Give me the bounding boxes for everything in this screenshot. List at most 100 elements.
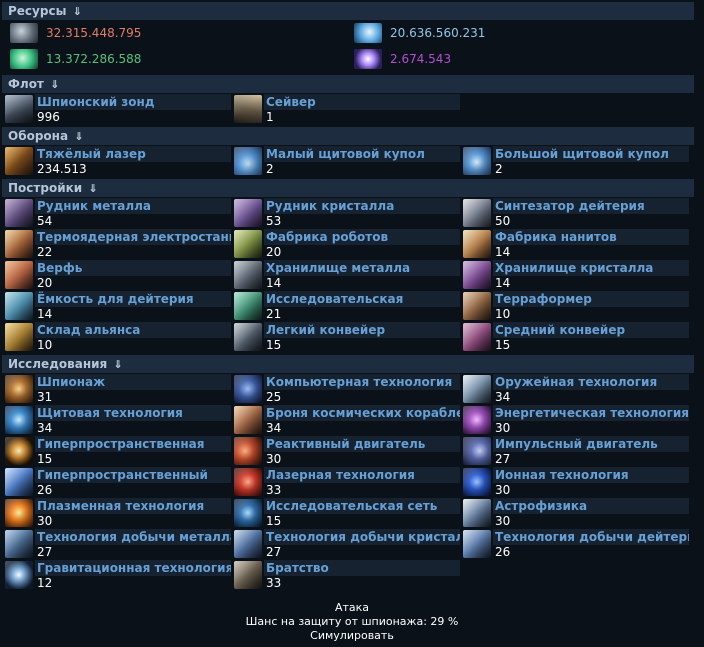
item-name: Склад альянса: [35, 322, 231, 338]
research-item-astrophysics[interactable]: Астрофизика 30: [463, 498, 689, 529]
research-item-metal-extraction[interactable]: Технология добычи металла 27: [5, 529, 231, 560]
item-count: 14: [495, 276, 511, 290]
collapse-arrow-icon[interactable]: ⇓: [50, 78, 59, 91]
building-item-nanite-factory[interactable]: Фабрика нанитов 14: [463, 229, 689, 260]
research-lab-icon: [234, 292, 262, 320]
crystal-icon: [354, 23, 382, 43]
section-header-defense[interactable]: Оборона ⇓: [2, 127, 694, 145]
resource-value: 32.315.448.795: [46, 26, 142, 40]
collapse-arrow-icon[interactable]: ⇓: [73, 5, 82, 18]
building-item-robot-factory[interactable]: Фабрика роботов 20: [234, 229, 460, 260]
item-count: 15: [266, 514, 282, 528]
metal-storage-icon: [234, 261, 262, 289]
section-header-resources[interactable]: Ресурсы ⇓: [2, 2, 694, 20]
item-count: 26: [37, 483, 53, 497]
item-name: Гиперпространственный: [35, 467, 231, 483]
item-name: Астрофизика: [493, 498, 689, 514]
research-item-combustion-drive[interactable]: Реактивный двигатель 30: [234, 436, 460, 467]
section-title: Исследования: [8, 357, 108, 371]
terraformer-icon: [463, 292, 491, 320]
crystal-extraction-tech-icon: [234, 530, 262, 558]
research-item-computer-tech[interactable]: Компьютерная технология 25: [234, 374, 460, 405]
building-item-metal-mine[interactable]: Рудник металла 54: [5, 198, 231, 229]
research-item-hyperspace-drive[interactable]: Гиперпространственный 26: [5, 467, 231, 498]
astrophysics-icon: [463, 499, 491, 527]
building-item-medium-conveyor[interactable]: Средний конвейер 15: [463, 322, 689, 353]
building-item-crystal-mine[interactable]: Рудник кристалла 53: [234, 198, 460, 229]
research-item-laser-tech[interactable]: Лазерная технология 33: [234, 467, 460, 498]
research-item-research-network[interactable]: Исследовательская сеть 15: [234, 498, 460, 529]
building-item-shipyard[interactable]: Верфь 20: [5, 260, 231, 291]
fleet-item-espionage-probe[interactable]: Шпионский зонд 996: [5, 94, 231, 125]
building-item-crystal-storage[interactable]: Хранилище кристалла 14: [463, 260, 689, 291]
saver-ship-icon: [234, 95, 262, 123]
research-item-ion-tech[interactable]: Ионная технология 30: [463, 467, 689, 498]
deuterium-icon: [10, 49, 38, 69]
research-item-shield-tech[interactable]: Щитовая технология 34: [5, 405, 231, 436]
item-name: Рудник кристалла: [264, 198, 460, 214]
research-item-weapons-tech[interactable]: Оружейная технология 34: [463, 374, 689, 405]
item-name: Плазменная технология: [35, 498, 231, 514]
resource-value: 13.372.286.588: [46, 52, 142, 66]
item-count: 12: [37, 576, 53, 590]
light-conveyor-icon: [234, 323, 262, 351]
item-count: 26: [495, 545, 511, 559]
collapse-arrow-icon[interactable]: ⇓: [74, 130, 83, 143]
building-item-terraformer[interactable]: Терраформер 10: [463, 291, 689, 322]
building-item-deuterium-tank[interactable]: Ёмкость для дейтерия 14: [5, 291, 231, 322]
building-item-fusion-plant[interactable]: Термоядерная электростанция 22: [5, 229, 231, 260]
crystal-mine-icon: [234, 199, 262, 227]
research-item-graviton-tech[interactable]: Гравитационная технология 12: [5, 560, 231, 591]
section-title: Постройки: [8, 181, 83, 195]
research-item-armour-tech[interactable]: Броня космических кораблей 34: [234, 405, 460, 436]
collapse-arrow-icon[interactable]: ⇓: [113, 358, 122, 371]
nanite-factory-icon: [463, 230, 491, 258]
research-item-espionage[interactable]: Шпионаж 31: [5, 374, 231, 405]
item-name: Малый щитовой купол: [264, 146, 460, 162]
section-header-fleet[interactable]: Флот ⇓: [2, 75, 694, 93]
section-header-research[interactable]: Исследования ⇓: [2, 355, 694, 373]
research-item-hyperspace-tech[interactable]: Гиперпространственная 15: [5, 436, 231, 467]
defense-item-heavy-laser[interactable]: Тяжёлый лазер 234.513: [5, 146, 231, 177]
metal-extraction-tech-icon: [5, 530, 33, 558]
building-item-deuterium-synthesizer[interactable]: Синтезатор дейтерия 50: [463, 198, 689, 229]
fleet-item-saver[interactable]: Сейвер 1: [234, 94, 460, 125]
item-name: Фабрика нанитов: [493, 229, 689, 245]
research-item-crystal-extraction[interactable]: Технология добычи кристалла 27: [234, 529, 460, 560]
item-count: 234.513: [37, 162, 87, 176]
weapons-tech-icon: [463, 375, 491, 403]
medium-conveyor-icon: [463, 323, 491, 351]
research-item-impulse-drive[interactable]: Импульсный двигатель 27: [463, 436, 689, 467]
defense-item-large-shield-dome[interactable]: Большой щитовой купол 2: [463, 146, 689, 177]
research-item-brotherhood[interactable]: Братство 33: [234, 560, 460, 591]
research-item-deuterium-extraction[interactable]: Технология добычи дейтерия 26: [463, 529, 689, 560]
ion-tech-icon: [463, 468, 491, 496]
building-item-metal-storage[interactable]: Хранилище металла 14: [234, 260, 460, 291]
item-name: Тяжёлый лазер: [35, 146, 231, 162]
attack-link[interactable]: Атака: [0, 601, 704, 614]
item-name: Импульсный двигатель: [493, 436, 689, 452]
item-count: 15: [37, 452, 53, 466]
item-count: 33: [266, 483, 282, 497]
fusion-plant-icon: [5, 230, 33, 258]
item-count: 50: [495, 214, 511, 228]
resource-crystal: 20.636.560.231: [354, 22, 485, 44]
simulate-link[interactable]: Симулировать: [0, 629, 704, 642]
item-name: Фабрика роботов: [264, 229, 460, 245]
research-item-energy-tech[interactable]: Энергетическая технология 30: [463, 405, 689, 436]
shipyard-icon: [5, 261, 33, 289]
section-header-buildings[interactable]: Постройки ⇓: [2, 179, 694, 197]
energy-tech-icon: [463, 406, 491, 434]
collapse-arrow-icon[interactable]: ⇓: [88, 182, 97, 195]
plasma-tech-icon: [5, 499, 33, 527]
item-name: Технология добычи дейтерия: [493, 529, 689, 545]
item-name: Технология добычи металла: [35, 529, 231, 545]
item-name: Исследовательская: [264, 291, 460, 307]
building-item-research-lab[interactable]: Исследовательская 21: [234, 291, 460, 322]
section-title: Оборона: [8, 129, 69, 143]
defense-item-small-shield-dome[interactable]: Малый щитовой купол 2: [234, 146, 460, 177]
computer-tech-icon: [234, 375, 262, 403]
research-item-plasma-tech[interactable]: Плазменная технология 30: [5, 498, 231, 529]
building-item-light-conveyor[interactable]: Легкий конвейер 15: [234, 322, 460, 353]
building-item-alliance-depot[interactable]: Склад альянса 10: [5, 322, 231, 353]
